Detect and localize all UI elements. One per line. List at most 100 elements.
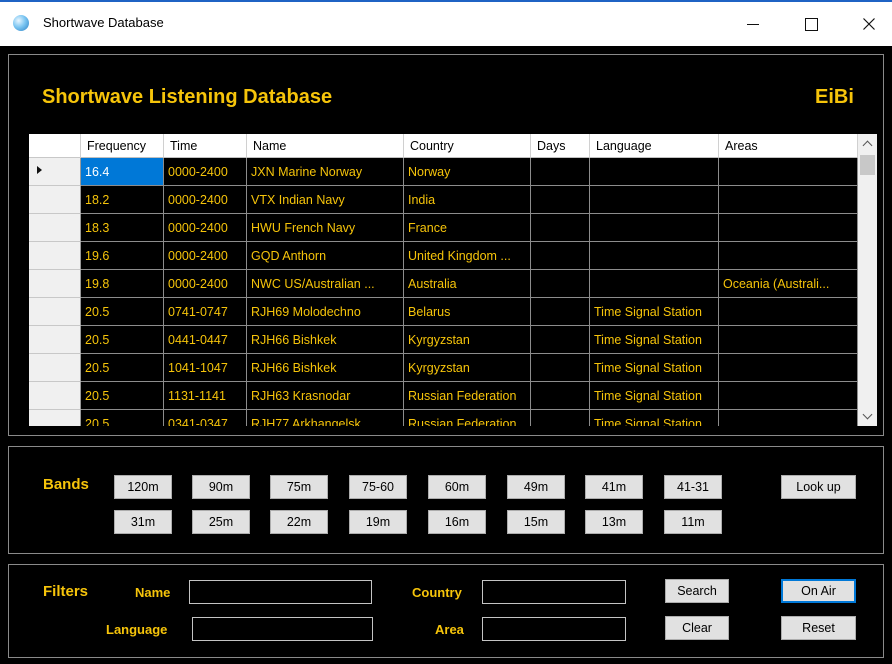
grid-cell[interactable] — [719, 186, 858, 214]
band-button-75m[interactable]: 75m — [270, 475, 328, 499]
grid-cell[interactable]: 0341-0347 — [164, 410, 247, 426]
grid-cell[interactable]: India — [404, 186, 531, 214]
band-button-19m[interactable]: 19m — [349, 510, 407, 534]
band-button-13m[interactable]: 13m — [585, 510, 643, 534]
column-header-areas[interactable]: Areas — [719, 134, 858, 158]
grid-cell[interactable] — [531, 354, 590, 382]
clear-button[interactable]: Clear — [665, 616, 729, 640]
grid-cell[interactable] — [590, 270, 719, 298]
row-header[interactable] — [29, 354, 81, 382]
grid-cell[interactable] — [719, 158, 858, 186]
grid-cell[interactable] — [531, 298, 590, 326]
grid-cell[interactable] — [531, 410, 590, 426]
row-header[interactable] — [29, 326, 81, 354]
area-input[interactable] — [482, 617, 626, 641]
grid-cell[interactable]: 19.6 — [81, 242, 164, 270]
grid-cell[interactable]: Time Signal Station — [590, 298, 719, 326]
grid-cell[interactable]: GQD Anthorn — [247, 242, 404, 270]
band-button-41m[interactable]: 41m — [585, 475, 643, 499]
table-row[interactable]: 18.2 0000-2400 VTX Indian Navy India — [81, 186, 858, 214]
grid-cell[interactable]: RJH66 Bishkek — [247, 326, 404, 354]
grid-cell[interactable]: 16.4 — [81, 158, 164, 186]
band-button-75-60[interactable]: 75-60 — [349, 475, 407, 499]
column-header-time[interactable]: Time — [164, 134, 247, 158]
grid-cell[interactable]: 18.3 — [81, 214, 164, 242]
grid-cell[interactable]: 0000-2400 — [164, 186, 247, 214]
band-button-11m[interactable]: 11m — [664, 510, 722, 534]
grid-cell[interactable]: Time Signal Station — [590, 410, 719, 426]
grid-cell[interactable]: United Kingdom ... — [404, 242, 531, 270]
band-button-49m[interactable]: 49m — [507, 475, 565, 499]
row-header[interactable] — [29, 410, 81, 426]
grid-cell[interactable] — [590, 214, 719, 242]
scroll-up-button[interactable] — [858, 135, 877, 153]
band-button-15m[interactable]: 15m — [507, 510, 565, 534]
scroll-thumb[interactable] — [860, 155, 875, 175]
on-air-button[interactable]: On Air — [781, 579, 856, 603]
reset-button[interactable]: Reset — [781, 616, 856, 640]
row-header[interactable] — [29, 382, 81, 410]
grid-cell[interactable]: Time Signal Station — [590, 326, 719, 354]
grid-cell[interactable] — [531, 214, 590, 242]
grid-cell[interactable] — [590, 186, 719, 214]
grid-cell[interactable]: Time Signal Station — [590, 354, 719, 382]
table-row[interactable]: 20.5 1131-1141 RJH63 Krasnodar Russian Fede… — [81, 382, 858, 410]
grid-cell[interactable]: Time Signal Station — [590, 382, 719, 410]
band-button-31m[interactable]: 31m — [114, 510, 172, 534]
grid-cell[interactable]: RJH63 Krasnodar — [247, 382, 404, 410]
grid-cell[interactable] — [531, 382, 590, 410]
band-button-120m[interactable]: 120m — [114, 475, 172, 499]
look-up-button[interactable]: Look up — [781, 475, 856, 499]
grid-cell[interactable] — [719, 410, 858, 426]
grid-cell[interactable] — [719, 242, 858, 270]
grid-cell[interactable]: RJH69 Molodechno — [247, 298, 404, 326]
grid-cell[interactable] — [590, 242, 719, 270]
name-input[interactable] — [189, 580, 372, 604]
column-header-frequency[interactable]: Frequency — [81, 134, 164, 158]
row-header[interactable] — [29, 270, 81, 298]
column-header-name[interactable]: Name — [247, 134, 404, 158]
grid-cell[interactable]: RJH66 Bishkek — [247, 354, 404, 382]
table-row[interactable]: 20.5 0341-0347 RJH77 Arkhangelsk Russian Fe… — [81, 410, 858, 426]
band-button-60m[interactable]: 60m — [428, 475, 486, 499]
minimize-button[interactable] — [730, 2, 776, 46]
results-grid[interactable]: Frequency Time Name Country Days Languag… — [29, 134, 877, 426]
grid-cell[interactable]: Australia — [404, 270, 531, 298]
grid-cell[interactable]: HWU French Navy — [247, 214, 404, 242]
row-header[interactable] — [29, 186, 81, 214]
grid-cell[interactable] — [719, 382, 858, 410]
table-row[interactable]: 19.6 0000-2400 GQD Anthorn United Kingdom .… — [81, 242, 858, 270]
grid-cell[interactable] — [531, 158, 590, 186]
grid-cell[interactable]: Norway — [404, 158, 531, 186]
grid-cell[interactable] — [531, 270, 590, 298]
grid-cell[interactable]: 20.5 — [81, 410, 164, 426]
row-header[interactable] — [29, 158, 81, 186]
grid-cell[interactable]: VTX Indian Navy — [247, 186, 404, 214]
scroll-down-button[interactable] — [858, 407, 877, 425]
maximize-button[interactable] — [788, 2, 834, 46]
grid-cell[interactable]: 20.5 — [81, 326, 164, 354]
grid-cell[interactable]: Belarus — [404, 298, 531, 326]
column-header-language[interactable]: Language — [590, 134, 719, 158]
grid-cell[interactable] — [719, 214, 858, 242]
grid-cell[interactable]: Oceania (Australi... — [719, 270, 858, 298]
table-row[interactable]: 18.3 0000-2400 HWU French Navy France — [81, 214, 858, 242]
grid-cell[interactable] — [719, 298, 858, 326]
band-button-90m[interactable]: 90m — [192, 475, 250, 499]
grid-cell[interactable]: NWC US/Australian ... — [247, 270, 404, 298]
grid-cell[interactable]: France — [404, 214, 531, 242]
band-button-41-31[interactable]: 41-31 — [664, 475, 722, 499]
band-button-16m[interactable]: 16m — [428, 510, 486, 534]
grid-cell[interactable]: Russian Federation — [404, 382, 531, 410]
band-button-22m[interactable]: 22m — [270, 510, 328, 534]
country-input[interactable] — [482, 580, 626, 604]
grid-cell[interactable]: Kyrgyzstan — [404, 326, 531, 354]
grid-cell[interactable] — [531, 186, 590, 214]
row-header[interactable] — [29, 214, 81, 242]
grid-cell[interactable]: 0000-2400 — [164, 158, 247, 186]
table-row[interactable]: 19.8 0000-2400 NWC US/Australian ... Austra… — [81, 270, 858, 298]
grid-cell[interactable]: JXN Marine Norway — [247, 158, 404, 186]
grid-cell[interactable]: Russian Federation — [404, 410, 531, 426]
grid-cell[interactable]: 20.5 — [81, 382, 164, 410]
grid-cell[interactable]: 1131-1141 — [164, 382, 247, 410]
